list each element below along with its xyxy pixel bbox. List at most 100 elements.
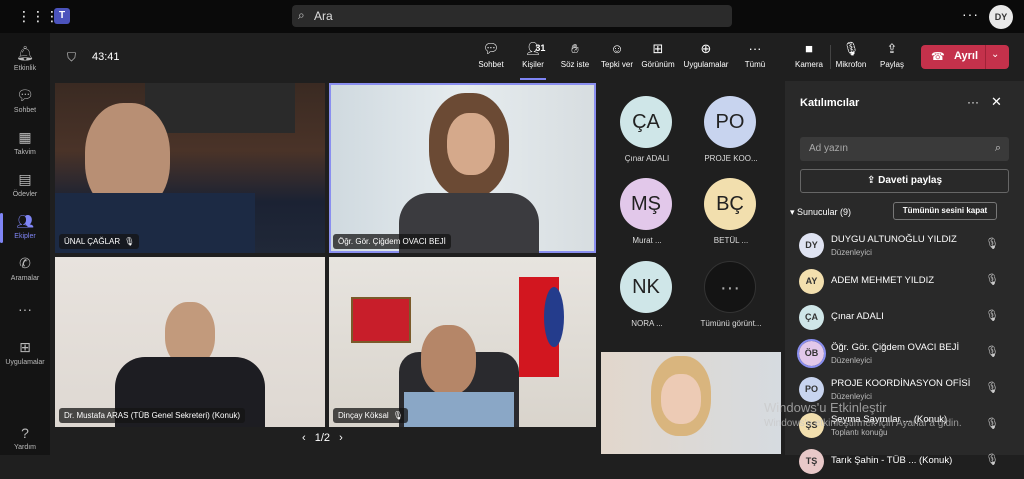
rail-item-calendar[interactable]: ▦ Takvim <box>0 123 50 165</box>
chat-icon: 💬︎ <box>482 41 500 56</box>
participant-list-item[interactable]: TŞ Tarık Şahin - TÜB ... (Konuk) 🎙︎ <box>799 447 1019 479</box>
participant-avatar-tile[interactable]: BÇ BETÜL ... <box>691 178 771 258</box>
rail-item-teams[interactable]: 👥︎ Ekipler <box>0 207 50 249</box>
participant-name: ÜNAL ÇAĞLAR <box>64 237 121 246</box>
panel-more-icon[interactable]: ··· <box>967 95 979 109</box>
toolbar-divider <box>830 45 831 69</box>
participant-avatar-tile[interactable]: ÇA Çınar ADALI <box>607 96 687 176</box>
app-launcher-icon[interactable]: ⋮⋮⋮ <box>17 8 59 24</box>
participant-search-input[interactable]: Ad yazın ⌕ <box>800 137 1009 161</box>
rail-item-activity[interactable]: 🔔︎ Etkinlik <box>0 39 50 81</box>
people-count: 31 <box>535 43 546 53</box>
section-label: Sunucular (9) <box>797 207 852 217</box>
participant-list-item[interactable]: ÖB Öğr. Gör. Çiğdem OVACI BEJİ Düzenleyici… <box>797 339 1019 371</box>
video-tile[interactable]: Dr. Mustafa ARAS (TÜB Genel Sekreteri) (… <box>55 257 325 427</box>
mute-all-button[interactable]: Tümünün sesini kapat <box>893 202 997 220</box>
self-view-tile[interactable] <box>601 352 781 454</box>
apps-button[interactable]: ⊕ Uygulamalar <box>682 41 730 69</box>
mic-label: Mikrofon <box>835 60 867 69</box>
video-tile[interactable]: Dinçay Köksal 🎙︎ <box>329 257 596 427</box>
next-page-icon[interactable]: › <box>339 432 343 444</box>
more-button[interactable]: ··· Tümü <box>740 41 770 69</box>
rail-more[interactable]: ··· <box>0 295 50 337</box>
rail-item-chat[interactable]: 💬︎ Sohbet <box>0 81 50 123</box>
participant-name: BETÜL ... <box>713 236 749 245</box>
mic-off-icon: 🎙︎ <box>985 310 999 322</box>
leave-button[interactable]: ☎ Ayrıl ⌄ <box>921 45 1009 69</box>
leave-label: Ayrıl <box>954 50 979 62</box>
background-tv <box>145 83 295 133</box>
flag-painting <box>351 297 411 343</box>
chevron-down-icon[interactable]: ⌄ <box>991 49 999 60</box>
participant-name-tag: Öğr. Gör. Çiğdem OVACI BEJİ <box>333 234 451 249</box>
search-box[interactable]: ⌕ Ara <box>292 5 732 27</box>
share-button[interactable]: ⇪ Paylaş <box>876 41 908 69</box>
rail-label: Takvim <box>14 149 36 156</box>
emblem <box>544 287 564 347</box>
meeting-toolbar: ⛉ 43:41 💬︎ Sohbet 👤︎ 31 Kişiler ✋︎ Söz iste … <box>50 33 1024 81</box>
participant-avatar-tile[interactable]: NK NORA ... <box>607 261 687 341</box>
avatar: PO <box>799 377 824 402</box>
mic-off-icon: 🎙︎ <box>842 41 860 56</box>
view-button[interactable]: ⊞ Görünüm <box>640 41 676 69</box>
people-button[interactable]: 👤︎ 31 Kişiler <box>518 41 548 80</box>
more-options-icon[interactable]: ··· <box>962 6 979 22</box>
shield-icon: ⛉ <box>67 50 77 64</box>
calendar-icon: ▦ <box>18 129 32 145</box>
person-face <box>421 325 476 395</box>
avatar: ÖB <box>797 339 826 368</box>
participant-role: Toplantı konuğu <box>831 428 888 437</box>
video-tile-active-speaker[interactable]: Öğr. Gör. Çiğdem OVACI BEJİ <box>329 83 596 253</box>
react-button[interactable]: ☺ Tepki ver <box>600 41 634 69</box>
participant-avatar-tile[interactable]: PO PROJE KOO... <box>691 96 771 176</box>
mic-off-icon: 🎙︎ <box>985 382 999 394</box>
rail-label: Uygulamalar <box>5 359 45 366</box>
leave-divider <box>985 45 986 69</box>
participant-name: ADEM MEHMET YILDIZ <box>831 275 935 286</box>
avatar: AY <box>799 269 824 294</box>
view-label: Görünüm <box>641 60 675 69</box>
react-label: Tepki ver <box>600 60 633 69</box>
hang-up-icon: ☎ <box>931 51 945 63</box>
app-rail: 🔔︎ Etkinlik 💬︎ Sohbet ▦ Takvim ▤ Ödevler 👥︎ E… <box>0 33 50 455</box>
rail-item-apps[interactable]: ⊞ Uygulamalar <box>0 333 50 375</box>
more-label: Tümü <box>744 60 766 69</box>
prev-page-icon[interactable]: ‹ <box>302 432 306 444</box>
participant-role: Düzenleyici <box>831 356 872 365</box>
rail-label: Aramalar <box>10 275 40 282</box>
share-invite-button[interactable]: ⇪ Daveti paylaş <box>800 169 1009 193</box>
rail-label: Ekipler <box>14 233 36 240</box>
rail-label: Sohbet <box>13 107 37 114</box>
more-icon: ··· <box>18 301 32 317</box>
person-face <box>661 374 701 424</box>
camera-button[interactable]: ■ Kamera <box>792 41 826 69</box>
mic-off-icon: 🎙︎ <box>124 237 135 246</box>
person-face <box>447 113 495 175</box>
rail-item-calls[interactable]: ✆ Aramalar <box>0 249 50 291</box>
avatar: MŞ <box>620 178 672 230</box>
participant-avatar-tile[interactable]: ··· Tümünü görünt... <box>691 261 771 341</box>
participant-name: Çınar ADALI <box>831 311 884 322</box>
participant-list-item[interactable]: AY ADEM MEHMET YILDIZ 🎙︎ <box>799 267 1019 299</box>
participant-list-item[interactable]: ÇA Çınar ADALI 🎙︎ <box>799 303 1019 335</box>
participant-role: Düzenleyici <box>831 248 872 257</box>
mic-button[interactable]: 🎙︎ Mikrofon <box>833 41 869 69</box>
participant-name: PROJE KOO... <box>704 154 758 163</box>
video-tile[interactable]: ÜNAL ÇAĞLAR 🎙︎ <box>55 83 325 253</box>
participant-name: Murat ... <box>632 236 662 245</box>
avatar: ÇA <box>620 96 672 148</box>
rail-item-assignments[interactable]: ▤ Ödevler <box>0 165 50 207</box>
presenters-section-header[interactable]: ▾ Sunucular (9) <box>790 207 851 218</box>
raise-hand-button[interactable]: ✋︎ Söz iste <box>560 41 590 69</box>
chat-icon: 💬︎ <box>16 87 34 103</box>
user-avatar[interactable]: DY <box>989 5 1013 29</box>
close-icon[interactable]: ✕ <box>991 94 1002 110</box>
apps-label: Uygulamalar <box>683 60 729 69</box>
pagination: ‹ 1/2 › <box>302 432 343 444</box>
participant-list-item[interactable]: DY DUYGU ALTUNOĞLU YILDIZ Düzenleyici 🎙︎ <box>799 231 1019 263</box>
chat-button[interactable]: 💬︎ Sohbet <box>476 41 506 69</box>
participant-avatar-tile[interactable]: MŞ Murat ... <box>607 178 687 258</box>
mic-off-icon: 🎙︎ <box>985 238 999 250</box>
person-shirt <box>404 392 514 427</box>
participant-name: Dinçay Köksal <box>338 411 389 420</box>
